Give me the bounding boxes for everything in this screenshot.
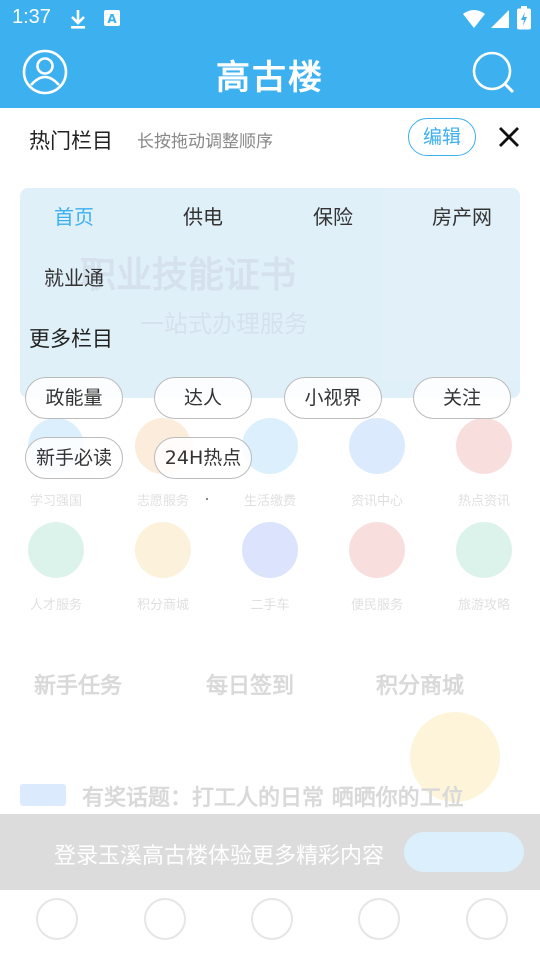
more-columns-title: 更多栏目 [29,327,113,351]
more-column-chip[interactable]: 政能量 [25,377,123,419]
divider-dot [206,498,208,500]
edit-button[interactable]: 编辑 [408,118,476,156]
signal-icon [490,9,510,33]
close-icon[interactable] [494,122,524,152]
search-icon[interactable] [470,49,516,95]
a-icon: A [103,8,121,32]
wifi-icon [462,9,486,33]
more-column-chip[interactable]: 小视界 [284,377,382,419]
more-column-chip[interactable]: 24H热点 [154,437,252,479]
status-time: 1:37 [12,6,51,28]
drag-hint: 长按拖动调整顺序 [137,132,273,152]
more-column-chip[interactable]: 关注 [413,377,511,419]
status-bar: 1:37 A [0,0,540,38]
column-item-insurance[interactable]: 保险 [278,201,388,230]
battery-icon [517,6,531,34]
hot-columns-title: 热门栏目 [29,129,113,153]
svg-text:A: A [107,12,117,26]
column-item-power[interactable]: 供电 [148,201,258,230]
column-item-realestate[interactable]: 房产网 [407,201,517,230]
column-item-home[interactable]: 首页 [19,201,129,230]
column-item-jobs[interactable]: 就业通 [19,262,129,291]
download-icon [68,8,88,34]
more-column-chip[interactable]: 达人 [154,377,252,419]
app-title: 高古楼 [216,58,324,98]
app-header: 高古楼 [0,38,540,108]
more-column-chip[interactable]: 新手必读 [25,437,123,479]
column-manager: 热门栏目 长按拖动调整顺序 编辑 首页 供电 保险 房产网 就业通 更多栏目 政… [0,108,540,960]
hot-columns-header: 热门栏目 长按拖动调整顺序 编辑 [0,108,540,168]
